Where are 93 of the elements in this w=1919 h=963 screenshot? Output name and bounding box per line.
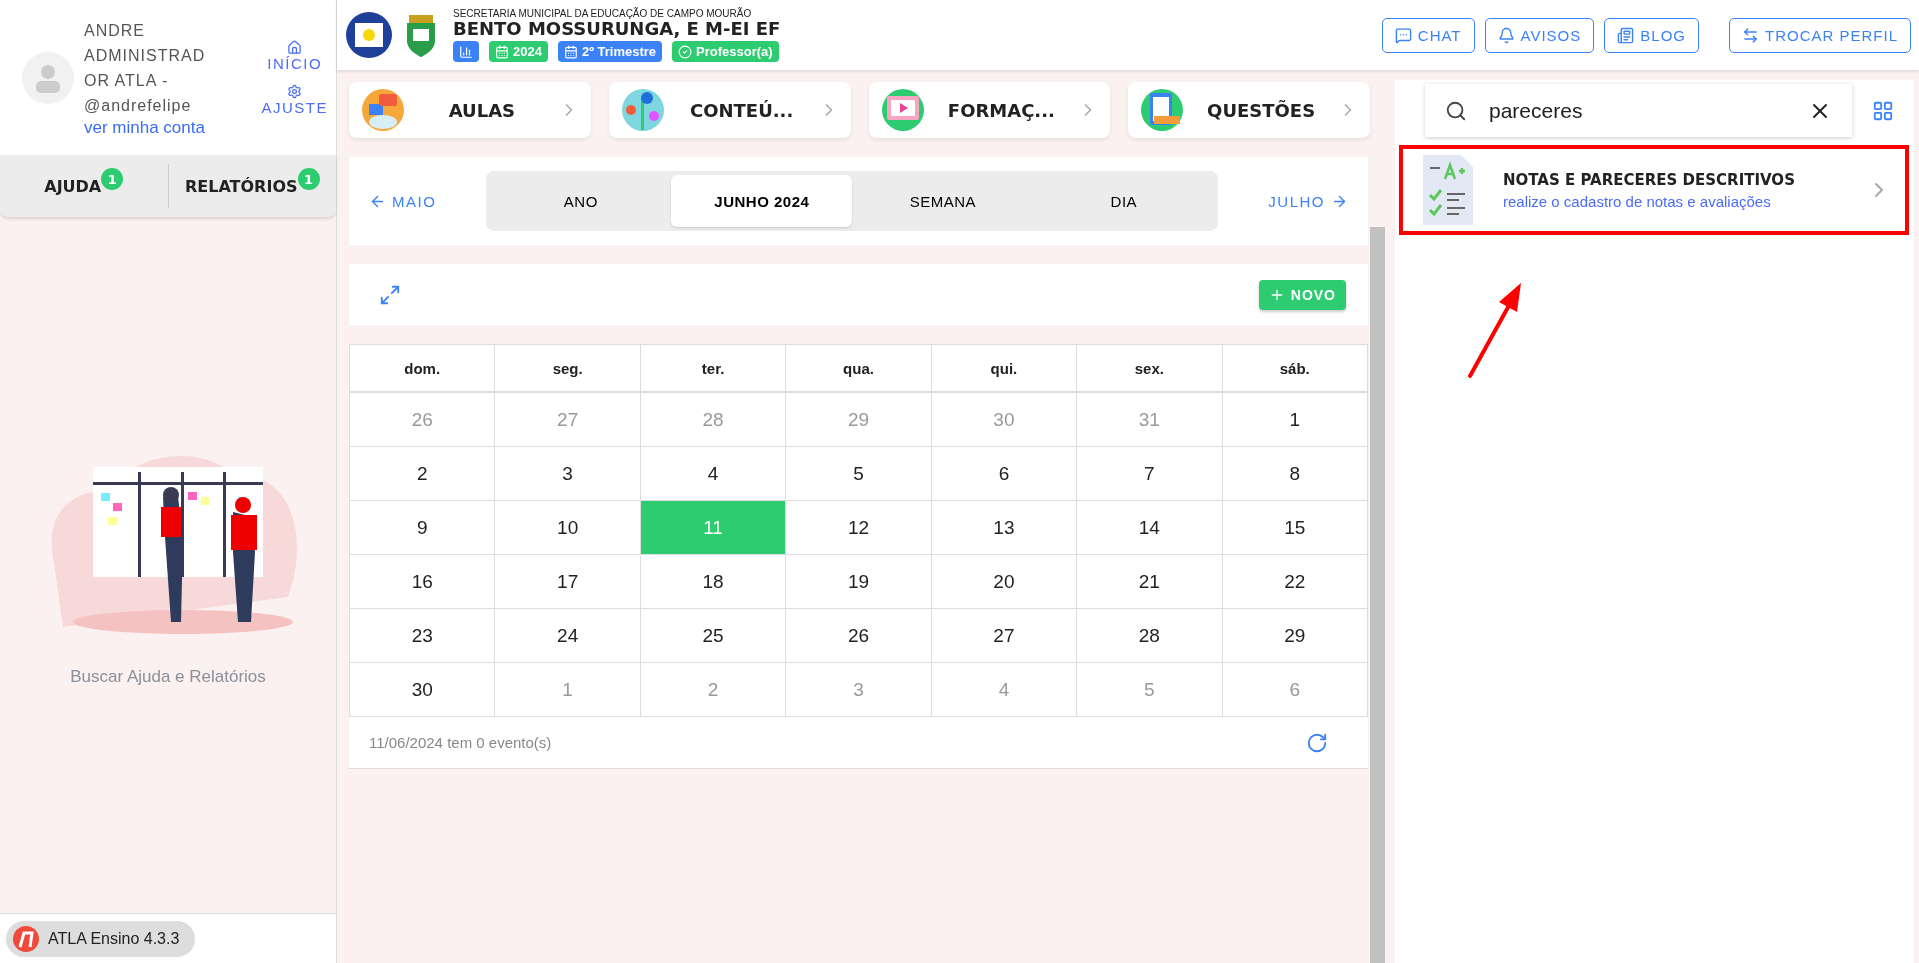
refresh-icon[interactable] xyxy=(1306,731,1328,754)
help-caption: Buscar Ajuda e Relatórios xyxy=(69,667,267,687)
day-cell[interactable]: 17 xyxy=(495,555,641,609)
day-cell[interactable]: 14 xyxy=(1077,501,1223,555)
gear-icon xyxy=(287,83,303,99)
weekday-header: ter. xyxy=(640,345,787,393)
day-cell[interactable]: 18 xyxy=(640,555,787,609)
day-cell[interactable]: 6 xyxy=(931,447,1078,501)
emblem-icon xyxy=(345,11,393,59)
shortcut-card[interactable]: AULAS xyxy=(349,82,591,138)
day-cell[interactable]: 22 xyxy=(1222,555,1368,609)
day-cell[interactable]: 7 xyxy=(1077,447,1223,501)
header-button[interactable]: AVISOS xyxy=(1484,17,1595,53)
content-icon xyxy=(620,88,665,132)
info-badge: 2º Trimestre xyxy=(557,41,663,62)
shortcut-label: CONTEÚ... xyxy=(689,99,795,121)
shortcut-label: FORMAÇ... xyxy=(946,99,1056,121)
shortcut-card[interactable]: QUESTÕES xyxy=(1128,82,1370,138)
bell-icon xyxy=(1497,26,1515,44)
weekday-header: qua. xyxy=(786,345,932,393)
day-cell[interactable]: 3 xyxy=(495,447,641,501)
sidebar-tab[interactable]: AJUDA 1 xyxy=(0,155,168,217)
search-icon xyxy=(1445,99,1467,122)
search-result[interactable]: NOTAS E PARECERES DESCRITIVOS realize o cadastro de notas e avaliações xyxy=(1399,145,1909,235)
newspaper-icon xyxy=(1617,26,1635,44)
day-cell[interactable]: 28 xyxy=(1077,609,1223,663)
info-badge: 2024 xyxy=(489,41,548,62)
organization-name: SECRETARIA MUNICIPAL DA EDUCAÇÃO DE CAMPO MOURÃO xyxy=(453,8,753,19)
day-cell[interactable]: 21 xyxy=(1077,555,1223,609)
account-link[interactable]: ver minha conta xyxy=(84,117,234,138)
weekday-header: qui. xyxy=(931,345,1078,393)
count-badge: 1 xyxy=(297,168,320,190)
day-cell[interactable]: 20 xyxy=(931,555,1078,609)
view-tab[interactable]: DIA xyxy=(1033,175,1215,227)
result-title: NOTAS E PARECERES DESCRITIVOS xyxy=(1503,170,1796,189)
shortcut-card[interactable]: CONTEÚ... xyxy=(608,82,851,138)
user-name: ANDRE ADMINISTRAD OR ATLA - @andrefelipe xyxy=(84,20,207,116)
nav-link[interactable]: INÍCIO xyxy=(267,39,323,72)
grid-icon[interactable] xyxy=(1872,99,1894,122)
sidebar-tab[interactable]: RELATÓRIOS 1 xyxy=(167,164,336,208)
chat-icon xyxy=(1394,26,1412,44)
header-button[interactable]: TROCAR PERFIL xyxy=(1729,17,1911,53)
day-cell[interactable]: 29 xyxy=(1222,609,1368,663)
bar-chart-icon xyxy=(459,44,473,59)
weekday-header: sex. xyxy=(1077,345,1223,393)
day-cell[interactable]: 12 xyxy=(786,501,932,555)
check-circle-icon xyxy=(678,44,693,59)
day-cell[interactable]: 24 xyxy=(495,609,641,663)
result-subtitle: realize o cadastro de notas e avaliações xyxy=(1503,192,1772,210)
school-name: BENTO MOSSURUNGA, E M-EI EF xyxy=(453,19,781,38)
weekday-header: dom. xyxy=(350,345,496,393)
day-cell[interactable]: 1 xyxy=(1222,393,1368,447)
grade-document-icon xyxy=(1423,155,1473,225)
questions-icon xyxy=(1140,88,1185,132)
nav-link[interactable]: AJUSTE xyxy=(261,83,328,116)
shortcut-card[interactable]: FORMAÇ... xyxy=(868,82,1111,138)
calendar-icon xyxy=(495,44,509,59)
day-cell[interactable]: 9 xyxy=(350,501,496,555)
day-cell[interactable]: 25 xyxy=(640,609,787,663)
view-tab[interactable]: SEMANA xyxy=(852,175,1034,227)
event-summary: 11/06/2024 tem 0 evento(s) xyxy=(369,734,552,751)
version-chip: ATLA Ensino 4.3.3 xyxy=(6,920,196,957)
weekday-header: sáb. xyxy=(1222,345,1368,393)
info-badge: Professor(a) xyxy=(672,41,779,62)
video-icon xyxy=(880,88,925,132)
day-cell[interactable]: 2 xyxy=(350,447,496,501)
expand-icon[interactable] xyxy=(379,283,401,306)
swap-arrows-icon xyxy=(1742,26,1759,44)
view-tab[interactable]: ANO xyxy=(490,175,672,227)
header-button[interactable]: CHAT xyxy=(1381,17,1475,53)
header-button[interactable]: BLOG xyxy=(1604,17,1699,53)
day-cell[interactable]: 5 xyxy=(786,447,932,501)
logo-icon xyxy=(12,924,40,953)
house-icon xyxy=(287,39,303,55)
shortcut-label: QUESTÕES xyxy=(1206,99,1317,121)
day-cell[interactable]: 16 xyxy=(350,555,496,609)
day-cell[interactable]: 13 xyxy=(931,501,1078,555)
previous-month-link[interactable]: MAIO xyxy=(369,192,437,210)
day-cell[interactable]: 27 xyxy=(931,609,1078,663)
day-cell[interactable]: 10 xyxy=(495,501,641,555)
next-month-link[interactable]: JULHO xyxy=(1268,192,1348,210)
calendar-icon xyxy=(563,44,578,59)
day-cell[interactable]: 8 xyxy=(1222,447,1368,501)
day-cell[interactable]: 23 xyxy=(350,609,496,663)
scrollbar[interactable] xyxy=(1370,227,1385,963)
shortcut-label: AULAS xyxy=(447,99,517,121)
view-tab[interactable]: JUNHO 2024 xyxy=(671,175,853,227)
day-cell[interactable]: 19 xyxy=(786,555,932,609)
lessons-icon xyxy=(361,88,405,132)
day-cell[interactable]: 26 xyxy=(786,609,932,663)
day-cell[interactable]: 15 xyxy=(1222,501,1368,555)
count-badge: 1 xyxy=(101,168,124,190)
weekday-header: seg. xyxy=(495,345,641,393)
